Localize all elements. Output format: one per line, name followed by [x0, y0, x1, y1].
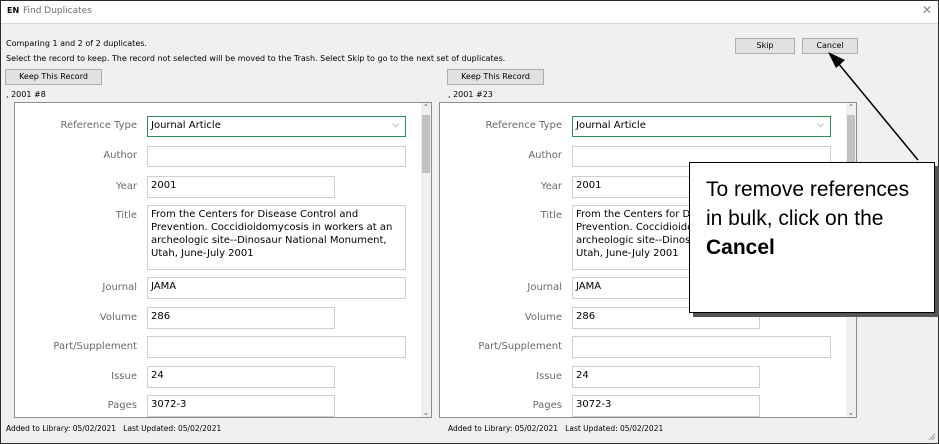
updated-date: Last Updated: 05/02/2021: [565, 424, 664, 433]
year-label: Year: [115, 181, 137, 192]
left-scrollbar[interactable]: ⌃ ⌄: [421, 103, 431, 417]
reference-type-label: Reference Type: [60, 120, 137, 131]
volume-label: Volume: [99, 312, 137, 323]
chevron-up-icon[interactable]: ⌃: [421, 103, 431, 112]
reference-type-select[interactable]: Journal Article ⌵: [572, 116, 831, 137]
left-record-panel[interactable]: Reference Type Journal Article ⌵ Author …: [14, 102, 432, 418]
reference-type-value: Journal Article: [151, 120, 221, 131]
title-label: Title: [115, 210, 137, 221]
pages-label: Pages: [107, 400, 137, 411]
volume-field[interactable]: 286: [147, 307, 335, 329]
callout-text: To remove references in bulk, click on t…: [706, 178, 910, 230]
title-label: Title: [540, 210, 562, 221]
pages-label: Pages: [532, 400, 562, 411]
part-supplement-field[interactable]: [147, 336, 406, 358]
left-status-bar: Added to Library: 05/02/2021 Last Update…: [6, 424, 221, 433]
scroll-thumb[interactable]: [422, 115, 430, 173]
skip-button[interactable]: Skip: [735, 38, 795, 54]
issue-field[interactable]: 24: [147, 366, 335, 388]
cancel-button[interactable]: Cancel: [802, 38, 858, 54]
window-title: Find Duplicates: [23, 6, 92, 16]
issue-label: Issue: [536, 371, 562, 382]
right-record-label: , 2001 #23: [448, 90, 493, 99]
year-label: Year: [540, 181, 562, 192]
reference-type-value: Journal Article: [576, 120, 646, 131]
right-status-bar: Added to Library: 05/02/2021 Last Update…: [448, 424, 663, 433]
part-supplement-label: Part/Supplement: [478, 341, 562, 352]
pages-field[interactable]: 3072-3: [572, 395, 760, 417]
volume-label: Volume: [524, 312, 562, 323]
part-supplement-field[interactable]: [572, 336, 831, 358]
author-field[interactable]: [147, 146, 406, 167]
journal-field[interactable]: JAMA: [147, 277, 406, 299]
reference-type-label: Reference Type: [485, 120, 562, 131]
comparison-status: Comparing 1 and 2 of 2 duplicates.: [6, 39, 147, 48]
keep-right-record-button[interactable]: Keep This Record: [447, 69, 544, 85]
updated-date: Last Updated: 05/02/2021: [123, 424, 222, 433]
year-field[interactable]: 2001: [147, 176, 335, 198]
pages-field[interactable]: 3072-3: [147, 395, 335, 417]
instructions-text: Select the record to keep. The record no…: [6, 54, 506, 63]
author-label: Author: [103, 150, 137, 161]
chevron-down-icon: ⌵: [817, 120, 824, 130]
title-field[interactable]: From the Centers for Disease Control and…: [147, 205, 406, 270]
keep-left-record-button[interactable]: Keep This Record: [5, 69, 102, 85]
title-bar: EN Find Duplicates ✕: [1, 1, 938, 24]
chevron-down-icon[interactable]: ⌄: [421, 408, 431, 417]
journal-label: Journal: [527, 282, 562, 293]
part-supplement-label: Part/Supplement: [53, 341, 137, 352]
journal-label: Journal: [102, 282, 137, 293]
added-date: Added to Library: 05/02/2021: [448, 424, 559, 433]
issue-label: Issue: [111, 371, 137, 382]
close-icon[interactable]: ✕: [922, 3, 932, 17]
author-label: Author: [528, 150, 562, 161]
resize-grip-icon[interactable]: [928, 433, 936, 441]
chevron-down-icon: ⌵: [392, 120, 399, 130]
reference-type-select[interactable]: Journal Article ⌵: [147, 116, 406, 137]
issue-field[interactable]: 24: [572, 366, 760, 388]
callout-bold: Cancel: [706, 236, 775, 259]
endnote-logo: EN: [7, 6, 20, 15]
annotation-callout: To remove references in bulk, click on t…: [689, 162, 935, 313]
left-record-label: , 2001 #8: [6, 90, 46, 99]
added-date: Added to Library: 05/02/2021: [6, 424, 117, 433]
chevron-down-icon[interactable]: ⌄: [846, 408, 856, 417]
chevron-up-icon[interactable]: ⌃: [846, 103, 856, 112]
